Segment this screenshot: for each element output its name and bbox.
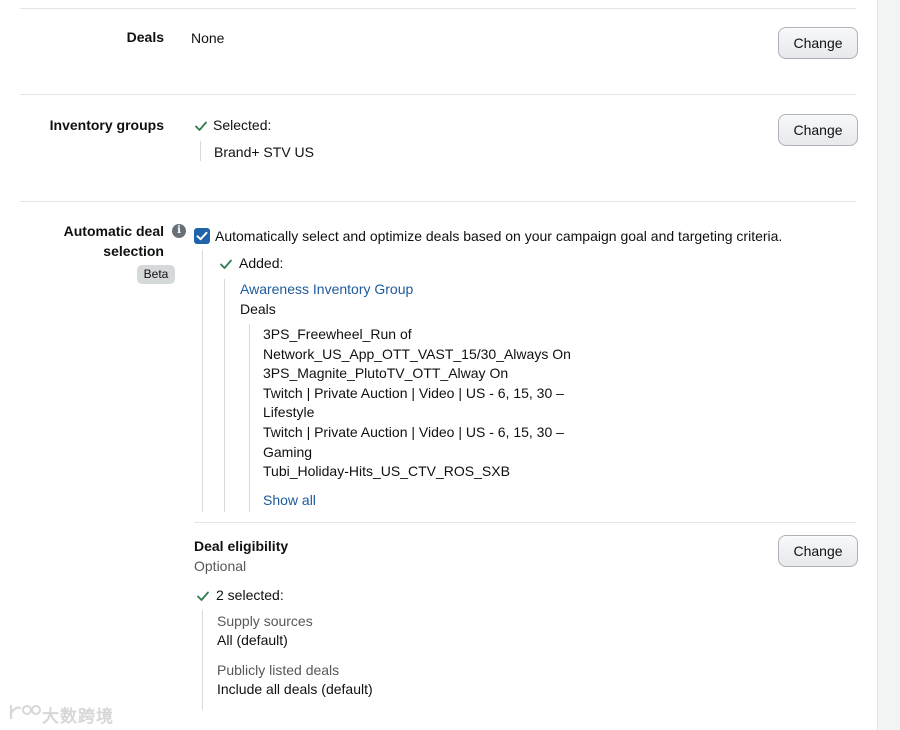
awareness-inventory-group-link[interactable]: Awareness Inventory Group: [240, 279, 413, 299]
deal-eligibility-change-button[interactable]: Change: [778, 535, 858, 567]
deal-line: 3PS_Magnite_PlutoTV_OTT_Alway On: [263, 365, 509, 382]
indent-line: [249, 324, 250, 512]
added-status: Added:: [239, 255, 284, 271]
automatic-deal-label-line1: Automatic deal: [63, 223, 164, 239]
deal-line: Lifestyle: [263, 404, 315, 421]
right-scroll-gutter: [877, 0, 900, 730]
publicly-listed-deals-value: Include all deals (default): [217, 681, 373, 697]
deal-line: Twitch | Private Auction | Video | US - …: [263, 384, 564, 401]
deal-list: 3PS_Freewheel_Run of Network_US_App_OTT_…: [263, 325, 583, 482]
checkmark-icon: [195, 121, 207, 131]
auto-select-checkbox[interactable]: [194, 228, 210, 244]
deals-value: None: [191, 30, 225, 46]
supply-sources-label: Supply sources: [217, 613, 313, 629]
deal-eligibility-title: Deal eligibility: [194, 538, 289, 554]
section-divider: [20, 94, 856, 95]
info-icon[interactable]: i: [172, 224, 186, 238]
section-divider: [194, 522, 856, 523]
deal-line: 3PS_Freewheel_Run of: [263, 326, 412, 342]
deals-label: Deals: [126, 29, 164, 45]
indent-line: [200, 141, 201, 161]
watermark-logo-icon: [9, 704, 41, 720]
indent-line: [202, 610, 203, 710]
deal-eligibility-status: 2 selected:: [216, 587, 284, 603]
supply-sources-value: All (default): [217, 632, 288, 648]
section-divider: [20, 201, 856, 202]
inventory-group-value: Brand+ STV US: [214, 144, 314, 160]
deals-heading: Deals: [240, 301, 276, 317]
beta-badge: Beta: [137, 265, 175, 284]
deal-line: Tubi_Holiday-Hits_US_CTV_ROS_SXB: [263, 463, 510, 480]
checkmark-icon: [197, 591, 209, 601]
inventory-groups-status: Selected:: [213, 117, 272, 133]
deal-line: Twitch | Private Auction | Video | US - …: [263, 423, 564, 440]
publicly-listed-deals-label: Publicly listed deals: [217, 662, 340, 678]
inventory-groups-label: Inventory groups: [49, 117, 164, 133]
deal-eligibility-subtitle: Optional: [194, 558, 247, 574]
indent-line: [202, 250, 203, 512]
show-all-link[interactable]: Show all: [263, 490, 316, 510]
auto-select-checkbox-label[interactable]: Automatically select and optimize deals …: [215, 226, 782, 246]
indent-line: [224, 279, 225, 512]
watermark-text: 大数跨境: [42, 707, 114, 726]
inventory-groups-change-button[interactable]: Change: [778, 114, 858, 146]
deals-change-button[interactable]: Change: [778, 27, 858, 59]
checked-checkbox-icon: [196, 231, 208, 241]
deal-line: Gaming: [263, 443, 313, 460]
checkmark-icon: [220, 259, 232, 269]
deal-line: Network_US_App_OTT_VAST_15/30_Always On: [263, 345, 571, 362]
automatic-deal-label-line2: selection: [103, 243, 164, 259]
top-divider: [20, 8, 856, 9]
